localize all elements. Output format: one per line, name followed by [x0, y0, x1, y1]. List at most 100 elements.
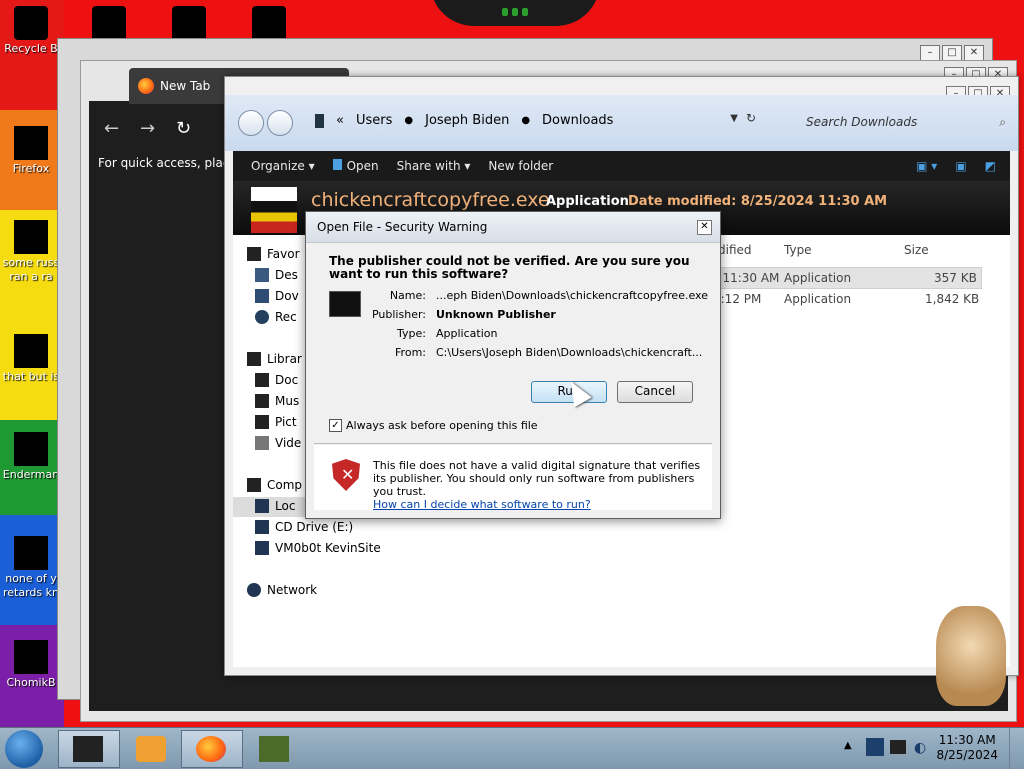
app-icon	[14, 640, 48, 674]
reload-icon[interactable]: ↻	[176, 118, 191, 139]
help-icon[interactable]: ◩	[985, 159, 996, 173]
row-1-modified[interactable]: 4 11:30 AM	[711, 271, 779, 285]
minimize-icon[interactable]: –	[920, 45, 940, 61]
maximize-icon[interactable]: □	[942, 45, 962, 61]
taskbar-firefox-button[interactable]	[181, 730, 243, 768]
row-1-size[interactable]: 357 KB	[934, 271, 977, 285]
forward-icon[interactable]: →	[140, 118, 155, 139]
cancel-button[interactable]: Cancel	[617, 381, 693, 403]
row-2-type[interactable]: Application	[784, 292, 851, 306]
taskbar-explorer-button[interactable]	[58, 730, 120, 768]
taskbar-minecraft-button[interactable]	[244, 730, 306, 768]
nav-label: Favor	[267, 247, 300, 261]
minecraft-icon	[259, 736, 289, 762]
share-with-button[interactable]: Share with ▾	[397, 159, 471, 173]
breadcrumb-user[interactable]: Joseph Biden	[425, 113, 509, 128]
desktop-icon-firefox[interactable]: Firefox	[0, 126, 62, 176]
desktop-icon-enderman[interactable]: Enderman	[0, 432, 62, 482]
breadcrumb-separator[interactable]: ●	[521, 115, 530, 126]
explorer-icon	[73, 736, 103, 762]
file-icon	[14, 220, 48, 254]
nav-desktop[interactable]: Des	[255, 268, 298, 282]
security-warning-dialog[interactable]: Open File - Security Warning ✕ The publi…	[305, 211, 721, 519]
desktop-icon-label: none of y retards kn	[3, 572, 59, 599]
row-2-size[interactable]: 1,842 KB	[925, 292, 979, 306]
star-icon	[247, 247, 261, 261]
network-icon[interactable]	[890, 740, 906, 754]
view-controls: ▣ ▾ ▣ ◩	[916, 159, 996, 173]
nav-label: CD Drive (E:)	[275, 520, 354, 534]
nav-favorites[interactable]: Favor	[247, 247, 300, 261]
nav-label: Network	[267, 583, 318, 597]
new-folder-button[interactable]: New folder	[488, 159, 553, 173]
nav-libraries[interactable]: Librar	[247, 352, 302, 366]
hamster-image	[936, 606, 1006, 706]
row-1-type[interactable]: Application	[784, 271, 851, 285]
close-icon[interactable]: ✕	[697, 220, 712, 235]
nav-local-disk[interactable]: Loc	[255, 499, 295, 513]
breadcrumb-users[interactable]: Users	[356, 113, 392, 128]
network-drive-icon	[255, 541, 269, 555]
breadcrumb-separator[interactable]: ●	[404, 115, 413, 126]
always-ask-checkbox[interactable]: ✓ Always ask before opening this file	[329, 419, 538, 432]
desktop-icon-file-1[interactable]: some russ ran a ra	[0, 220, 62, 284]
column-date-modified[interactable]: dified	[718, 243, 752, 257]
desktop-icon-chomik[interactable]: ChomikB	[0, 640, 62, 690]
nav-downloads[interactable]: Dov	[255, 289, 299, 303]
recycle-bin-icon	[14, 6, 48, 40]
search-input[interactable]: Search Downloads ⌕	[780, 111, 1010, 133]
nav-label: VM0b0t KevinSite	[275, 541, 381, 555]
nav-label: Doc	[275, 373, 299, 387]
nav-computer[interactable]: Comp	[247, 478, 302, 492]
nav-label: Loc	[275, 499, 296, 513]
refresh-icon[interactable]: ↻	[746, 111, 756, 125]
desktop-icon-file-3[interactable]: none of y retards kn	[0, 536, 62, 600]
tray-chevron-icon[interactable]: ▲	[844, 740, 852, 751]
nav-pictures[interactable]: Pict	[255, 415, 297, 429]
nav-label: Comp	[267, 478, 303, 492]
preview-pane-icon[interactable]: ▣	[955, 159, 966, 173]
checkbox-check-icon[interactable]: ✓	[329, 419, 342, 432]
help-link[interactable]: How can I decide what software to run?	[373, 498, 703, 511]
close-icon[interactable]: ✕	[964, 45, 984, 61]
address-dropdown-icon[interactable]: ▼	[730, 113, 738, 124]
column-type[interactable]: Type	[784, 243, 812, 257]
breadcrumb-downloads[interactable]: Downloads	[542, 113, 613, 128]
quick-access-text: For quick access, place y	[98, 156, 226, 170]
nav-network[interactable]: Network	[247, 583, 317, 597]
show-desktop-button[interactable]	[1009, 728, 1024, 769]
firefox-nav: ← → ↻	[88, 112, 228, 148]
dialog-title[interactable]: Open File - Security Warning	[306, 212, 720, 243]
cd-drive-icon	[255, 520, 269, 534]
open-button[interactable]: Open	[332, 159, 379, 173]
nav-documents[interactable]: Doc	[255, 373, 298, 387]
back-icon[interactable]: ←	[104, 118, 119, 139]
app-icon	[14, 432, 48, 466]
desktop-icon-file-2[interactable]: that but is	[0, 334, 62, 384]
open-icon	[332, 159, 342, 170]
organize-button[interactable]: Organize ▾	[251, 159, 315, 173]
tray-app-icon[interactable]	[866, 738, 884, 756]
view-options-icon[interactable]: ▣ ▾	[916, 159, 937, 173]
forward-button[interactable]	[267, 110, 293, 136]
taskbar-media-button[interactable]	[121, 730, 183, 768]
volume-icon[interactable]: ◐	[914, 740, 926, 756]
music-icon	[255, 394, 269, 408]
explorer-titlebar[interactable]: – □ ✕	[225, 77, 1018, 102]
column-size[interactable]: Size	[904, 243, 929, 257]
file-icon	[14, 536, 48, 570]
name-value: ...eph Biden\Downloads\chickencraftcopyf…	[436, 289, 708, 302]
nav-recent[interactable]: Rec	[255, 310, 297, 324]
start-button[interactable]	[5, 730, 43, 768]
nav-vm-share[interactable]: VM0b0t KevinSite	[255, 541, 381, 555]
window-controls: – □ ✕	[920, 45, 984, 61]
nav-videos[interactable]: Vide	[255, 436, 301, 450]
overflow-chevron-icon[interactable]: «	[336, 113, 344, 128]
wallpaper-dome	[430, 0, 600, 26]
address-bar-area: « Users ● Joseph Biden ● Downloads ▼ ↻ S…	[225, 95, 1018, 151]
nav-cd-drive[interactable]: CD Drive (E:)	[255, 520, 353, 534]
back-button[interactable]	[238, 110, 264, 136]
nav-music[interactable]: Mus	[255, 394, 299, 408]
clock[interactable]: 11:30 AM 8/25/2024	[936, 733, 998, 763]
desktop-icon-recycle-bin[interactable]: Recycle B	[0, 6, 62, 56]
